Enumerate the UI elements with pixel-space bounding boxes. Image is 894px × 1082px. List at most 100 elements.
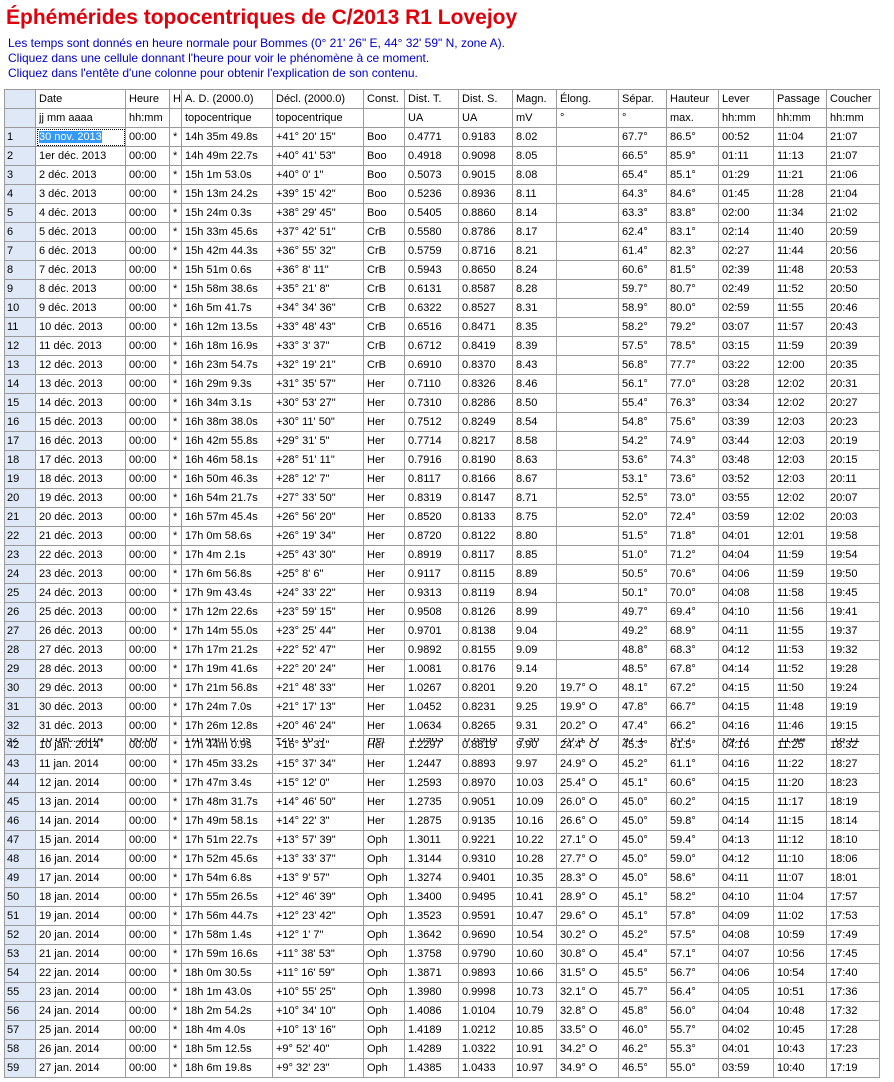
cell-date[interactable]: 10 jan. 2014 bbox=[35, 735, 126, 755]
cell-separ[interactable]: 46.2° bbox=[618, 1039, 667, 1059]
cell-elong[interactable]: 29.6° O bbox=[556, 906, 619, 926]
cell-ra[interactable]: 17h 12m 22.6s bbox=[181, 602, 273, 622]
cell-separ[interactable]: 54.8° bbox=[618, 412, 667, 432]
cell-h-flag[interactable]: * bbox=[169, 868, 182, 888]
cell-h-flag[interactable]: * bbox=[169, 564, 182, 584]
cell-elong[interactable] bbox=[556, 260, 619, 280]
cell-date[interactable]: 16 jan. 2014 bbox=[35, 849, 126, 869]
cell-passage[interactable]: 11:50 bbox=[773, 678, 827, 698]
cell-separ[interactable]: 45.7° bbox=[618, 982, 667, 1002]
cell-elong[interactable]: 24.4° O bbox=[556, 735, 619, 755]
cell-const[interactable]: Her bbox=[363, 811, 405, 831]
cell-h-flag[interactable]: * bbox=[169, 602, 182, 622]
cell-dist-t[interactable]: 1.4189 bbox=[404, 1020, 459, 1040]
cell-dist-t[interactable]: 0.6712 bbox=[404, 336, 459, 356]
cell-ra[interactable]: 18h 2m 54.2s bbox=[181, 1001, 273, 1021]
cell-date[interactable]: 24 jan. 2014 bbox=[35, 1001, 126, 1021]
cell-dist-t[interactable]: 1.2593 bbox=[404, 773, 459, 793]
cell-passage[interactable]: 12:03 bbox=[773, 412, 827, 432]
cell-magn[interactable]: 8.08 bbox=[512, 165, 557, 185]
cell-h-flag[interactable]: * bbox=[169, 469, 182, 489]
cell-dec[interactable]: +30° 11' 50" bbox=[272, 412, 364, 432]
cell-ra[interactable]: 17h 56m 44.7s bbox=[181, 906, 273, 926]
cell-coucher[interactable]: 20:50 bbox=[826, 279, 880, 299]
cell-heure[interactable]: 00:00 bbox=[125, 697, 170, 717]
cell-hauteur[interactable]: 55.0° bbox=[666, 1058, 719, 1078]
cell-coucher[interactable]: 20:03 bbox=[826, 507, 880, 527]
cell-hauteur[interactable]: 84.6° bbox=[666, 184, 719, 204]
cell-h-flag[interactable]: * bbox=[169, 678, 182, 698]
column-header-dec[interactable]: Décl. (2000.0) bbox=[272, 89, 364, 109]
cell-magn[interactable]: 10.66 bbox=[512, 963, 557, 983]
cell-ra[interactable]: 17h 17m 21.2s bbox=[181, 640, 273, 660]
cell-magn[interactable]: 10.73 bbox=[512, 982, 557, 1002]
cell-separ[interactable]: 46.5° bbox=[618, 1058, 667, 1078]
cell-date[interactable]: 22 jan. 2014 bbox=[35, 963, 126, 983]
cell-elong[interactable] bbox=[556, 336, 619, 356]
cell-passage[interactable]: 11:15 bbox=[773, 811, 827, 831]
cell-elong[interactable] bbox=[556, 241, 619, 261]
cell-hauteur[interactable]: 60.6° bbox=[666, 773, 719, 793]
cell-h-flag[interactable]: * bbox=[169, 697, 182, 717]
cell-ra[interactable]: 18h 1m 43.0s bbox=[181, 982, 273, 1002]
cell-coucher[interactable]: 21:07 bbox=[826, 127, 880, 147]
cell-date[interactable]: 27 déc. 2013 bbox=[35, 640, 126, 660]
cell-date[interactable]: 24 déc. 2013 bbox=[35, 583, 126, 603]
cell-coucher[interactable]: 17:36 bbox=[826, 982, 880, 1002]
cell-const[interactable]: Oph bbox=[363, 963, 405, 983]
cell-magn[interactable]: 9.25 bbox=[512, 697, 557, 717]
cell-magn[interactable]: 8.05 bbox=[512, 146, 557, 166]
cell-lever[interactable]: 01:11 bbox=[718, 146, 774, 166]
cell-elong[interactable]: 30.2° O bbox=[556, 925, 619, 945]
cell-h-flag[interactable]: * bbox=[169, 906, 182, 926]
cell-ra[interactable]: 15h 33m 45.6s bbox=[181, 222, 273, 242]
cell-lever[interactable]: 04:15 bbox=[718, 678, 774, 698]
cell-const[interactable]: CrB bbox=[363, 336, 405, 356]
cell-heure[interactable]: 00:00 bbox=[125, 963, 170, 983]
cell-elong[interactable] bbox=[556, 640, 619, 660]
cell-h-flag[interactable]: * bbox=[169, 716, 182, 736]
cell-ra[interactable]: 17h 19m 41.6s bbox=[181, 659, 273, 679]
cell-dist-s[interactable]: 0.8115 bbox=[458, 564, 513, 584]
cell-separ[interactable]: 56.8° bbox=[618, 355, 667, 375]
cell-passage[interactable]: 11:28 bbox=[773, 184, 827, 204]
cell-coucher[interactable]: 17:40 bbox=[826, 963, 880, 983]
cell-dec[interactable]: +15° 12' 0" bbox=[272, 773, 364, 793]
cell-passage[interactable]: 11:25 bbox=[773, 735, 827, 755]
cell-ra[interactable]: 17h 45m 33.2s bbox=[181, 754, 273, 774]
cell-date[interactable]: 13 jan. 2014 bbox=[35, 792, 126, 812]
cell-hauteur[interactable]: 60.2° bbox=[666, 792, 719, 812]
cell-hauteur[interactable]: 74.9° bbox=[666, 431, 719, 451]
cell-const[interactable]: Oph bbox=[363, 887, 405, 907]
cell-coucher[interactable]: 18:01 bbox=[826, 868, 880, 888]
cell-coucher[interactable]: 19:32 bbox=[826, 640, 880, 660]
cell-magn[interactable]: 10.60 bbox=[512, 944, 557, 964]
cell-coucher[interactable]: 19:24 bbox=[826, 678, 880, 698]
cell-elong[interactable] bbox=[556, 393, 619, 413]
cell-dist-t[interactable]: 0.8520 bbox=[404, 507, 459, 527]
cell-dec[interactable]: +10° 13' 16" bbox=[272, 1020, 364, 1040]
cell-elong[interactable]: 34.2° O bbox=[556, 1039, 619, 1059]
cell-hauteur[interactable]: 74.3° bbox=[666, 450, 719, 470]
cell-dist-t[interactable]: 0.4918 bbox=[404, 146, 459, 166]
cell-heure[interactable]: 00:00 bbox=[125, 526, 170, 546]
cell-lever[interactable]: 02:00 bbox=[718, 203, 774, 223]
cell-heure[interactable]: 00:00 bbox=[125, 773, 170, 793]
cell-heure[interactable]: 00:00 bbox=[125, 203, 170, 223]
cell-dist-t[interactable]: 0.9892 bbox=[404, 640, 459, 660]
cell-separ[interactable]: 64.3° bbox=[618, 184, 667, 204]
cell-date[interactable]: 17 jan. 2014 bbox=[35, 868, 126, 888]
cell-coucher[interactable]: 18:23 bbox=[826, 773, 880, 793]
cell-dist-t[interactable]: 1.0081 bbox=[404, 659, 459, 679]
cell-dist-t[interactable]: 1.3980 bbox=[404, 982, 459, 1002]
cell-elong[interactable] bbox=[556, 317, 619, 337]
cell-dec[interactable]: +26° 19' 34" bbox=[272, 526, 364, 546]
cell-ra[interactable]: 17h 9m 43.4s bbox=[181, 583, 273, 603]
cell-const[interactable]: Oph bbox=[363, 830, 405, 850]
cell-elong[interactable] bbox=[556, 203, 619, 223]
cell-ra[interactable]: 15h 24m 0.3s bbox=[181, 203, 273, 223]
cell-dist-s[interactable]: 0.8126 bbox=[458, 602, 513, 622]
cell-date[interactable]: 26 jan. 2014 bbox=[35, 1039, 126, 1059]
cell-hauteur[interactable]: 80.7° bbox=[666, 279, 719, 299]
cell-dec[interactable]: +21° 48' 33" bbox=[272, 678, 364, 698]
